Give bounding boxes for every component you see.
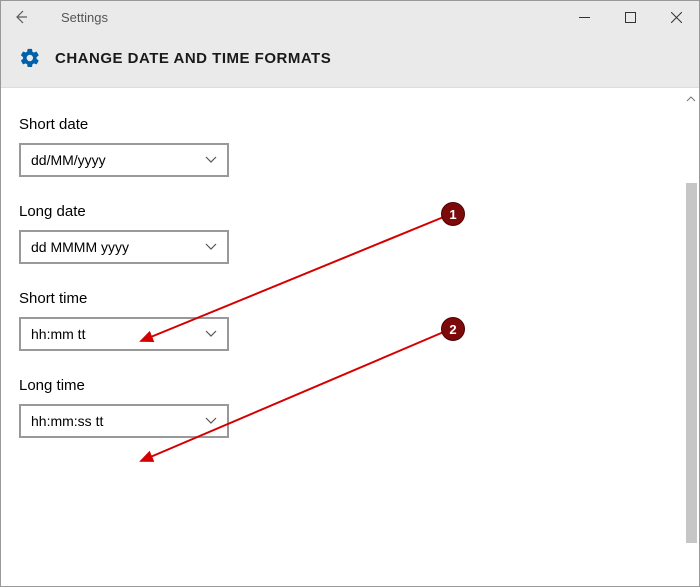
short-date-field: Short date dd/MM/yyyy xyxy=(19,116,699,177)
close-button[interactable] xyxy=(653,1,699,33)
chevron-down-icon xyxy=(205,330,217,338)
titlebar: Settings xyxy=(1,1,699,33)
maximize-button[interactable] xyxy=(607,1,653,33)
long-date-select[interactable]: dd MMMM yyyy xyxy=(19,230,229,264)
long-date-field: Long date dd MMMM yyyy xyxy=(19,203,699,264)
long-time-value: hh:mm:ss tt xyxy=(31,413,103,429)
long-date-value: dd MMMM yyyy xyxy=(31,239,129,255)
long-time-select[interactable]: hh:mm:ss tt xyxy=(19,404,229,438)
gear-icon xyxy=(19,47,41,69)
short-time-label: Short time xyxy=(19,290,699,307)
chevron-down-icon xyxy=(205,417,217,425)
scrollbar-up-arrow-icon[interactable] xyxy=(685,93,697,105)
back-button[interactable] xyxy=(1,1,41,33)
short-time-field: Short time hh:mm tt xyxy=(19,290,699,351)
chevron-down-icon xyxy=(205,243,217,251)
close-icon xyxy=(671,12,682,23)
window-controls xyxy=(561,1,699,33)
short-date-select[interactable]: dd/MM/yyyy xyxy=(19,143,229,177)
long-time-label: Long time xyxy=(19,377,699,394)
page-header: CHANGE DATE AND TIME FORMATS xyxy=(1,33,699,88)
short-time-select[interactable]: hh:mm tt xyxy=(19,317,229,351)
window-title: Settings xyxy=(61,10,108,25)
content-area: Short date dd/MM/yyyy Long date dd MMMM … xyxy=(1,88,699,585)
maximize-icon xyxy=(625,12,636,23)
settings-window: Settings CHANGE DATE AND TIME FORMATS Sh… xyxy=(0,0,700,587)
short-time-value: hh:mm tt xyxy=(31,326,85,342)
minimize-icon xyxy=(579,12,590,23)
short-date-label: Short date xyxy=(19,116,699,133)
long-date-label: Long date xyxy=(19,203,699,220)
minimize-button[interactable] xyxy=(561,1,607,33)
short-date-value: dd/MM/yyyy xyxy=(31,152,106,168)
back-arrow-icon xyxy=(12,8,30,26)
page-title: CHANGE DATE AND TIME FORMATS xyxy=(55,50,331,67)
long-time-field: Long time hh:mm:ss tt xyxy=(19,377,699,438)
scrollbar-thumb[interactable] xyxy=(686,183,697,543)
chevron-down-icon xyxy=(205,156,217,164)
